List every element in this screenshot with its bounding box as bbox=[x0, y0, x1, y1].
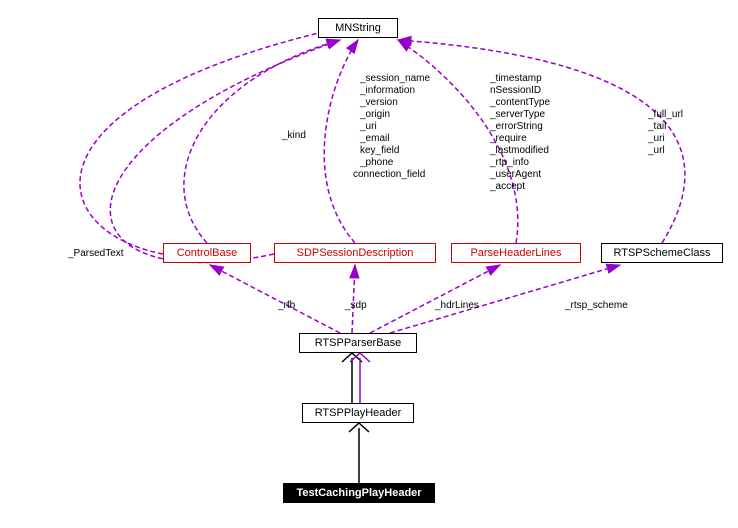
label-url: _url bbox=[648, 145, 665, 156]
label-information: _information bbox=[360, 85, 415, 96]
label-errorstring: _errorString bbox=[490, 121, 543, 132]
label-uri2: _uri bbox=[648, 133, 665, 144]
label-full-url: _full_url bbox=[648, 109, 683, 120]
label-tail: _tail bbox=[648, 121, 666, 132]
label-useragent: _userAgent bbox=[490, 169, 541, 180]
label-uri: _uri bbox=[360, 121, 377, 132]
label-hdrlines: _hdrLines bbox=[435, 300, 479, 311]
node-testcaching: TestCachingPlayHeader bbox=[283, 483, 435, 503]
label-accept: _accept bbox=[490, 181, 525, 192]
label-lastmodified: _lastmodified bbox=[490, 145, 549, 156]
node-rtspplayheader: RTSPPlayHeader bbox=[302, 403, 414, 423]
label-version: _version bbox=[360, 97, 398, 108]
node-sdpsession: SDPSessionDescription bbox=[274, 243, 436, 263]
label-rfb: _rfb bbox=[278, 300, 295, 311]
label-key-field: key_field bbox=[360, 145, 399, 156]
diagram-container: MNString _session_name _information _ver… bbox=[0, 0, 738, 528]
label-rtp-info: _rtp_info bbox=[490, 157, 529, 168]
node-mnstring: MNString bbox=[318, 18, 398, 38]
label-timestamp: _timestamp bbox=[490, 73, 542, 84]
label-phone: _phone bbox=[360, 157, 393, 168]
node-rtspparserbase: RTSPParserBase bbox=[299, 333, 417, 353]
label-email: _email bbox=[360, 133, 389, 144]
label-parsed-text: _ParsedText bbox=[68, 248, 124, 259]
label-contenttype: _contentType bbox=[490, 97, 550, 108]
node-parseheader: ParseHeaderLines bbox=[451, 243, 581, 263]
node-rtspscheme: RTSPSchemeClass bbox=[601, 243, 723, 263]
node-controlbase: ControlBase bbox=[163, 243, 251, 263]
label-nsessionid: nSessionID bbox=[490, 85, 541, 96]
label-connection: connection_field bbox=[353, 169, 425, 180]
label-kind: _kind bbox=[282, 130, 306, 141]
label-sdp: _sdp bbox=[345, 300, 367, 311]
label-origin: _origin bbox=[360, 109, 390, 120]
label-session-name: _session_name bbox=[360, 73, 430, 84]
label-rtsp-scheme: _rtsp_scheme bbox=[565, 300, 628, 311]
label-require: _require bbox=[490, 133, 527, 144]
label-servertype: _serverType bbox=[490, 109, 545, 120]
